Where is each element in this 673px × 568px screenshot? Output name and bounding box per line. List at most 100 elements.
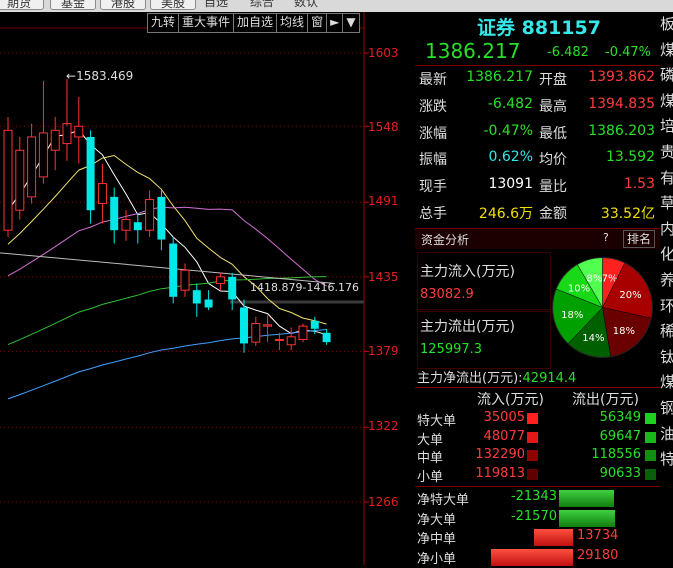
quote-label: 金额: [539, 206, 567, 222]
quote-value: 1393.862: [588, 69, 655, 85]
sector-item[interactable]: 煤: [660, 370, 673, 396]
candle: [38, 80, 48, 184]
sector-item[interactable]: 板: [660, 12, 673, 38]
quote-row: 振幅 0.62% 均价 13.592: [419, 149, 657, 175]
candle-body: [286, 336, 296, 346]
quote-label: 开盘: [539, 72, 567, 88]
jiuzhuan-button[interactable]: 九转: [147, 13, 180, 33]
sector-item[interactable]: 特: [660, 447, 673, 473]
pie-label: 18%: [613, 326, 635, 337]
sector-item[interactable]: 养: [660, 268, 673, 294]
moving-average-button[interactable]: 均线: [276, 13, 309, 33]
stock-title: 证券 881157: [477, 13, 601, 40]
pie-label: 20%: [619, 290, 641, 301]
candle-body: [133, 222, 142, 231]
tab-default[interactable]: 数认: [294, 0, 318, 12]
sector-item[interactable]: 内: [660, 217, 673, 243]
high-price-value: 1583.469: [76, 69, 134, 83]
candle-body: [274, 338, 284, 341]
main-outflow-value: 125997.3: [420, 342, 483, 357]
candle-body: [240, 307, 248, 344]
candle-body: [204, 299, 213, 308]
sector-item[interactable]: 钢: [660, 396, 673, 422]
quote-value: 1386.203: [588, 122, 655, 139]
candle-body: [145, 199, 155, 231]
sector-item[interactable]: 煤: [660, 38, 673, 64]
candle-body: [38, 132, 48, 178]
candle-body: [121, 219, 131, 231]
capital-analysis-bar: 资金分析 ? 排名: [415, 229, 660, 249]
sector-item[interactable]: 培: [660, 114, 673, 140]
quote-value: 13.592: [606, 149, 655, 166]
candle: [298, 323, 308, 343]
arrow-left-icon: ←: [66, 69, 77, 83]
sector-item[interactable]: 煤: [660, 89, 673, 115]
quote-label-6: 总手: [419, 206, 447, 222]
outflow-swatch: [645, 431, 656, 443]
net-flow-row: 净大单 -21570: [417, 509, 657, 529]
candle-body: [169, 243, 178, 297]
candle-body: [298, 325, 308, 340]
sector-item[interactable]: 油: [660, 422, 673, 448]
major-events-button[interactable]: 重大事件: [178, 13, 235, 33]
help-icon[interactable]: ?: [603, 231, 609, 244]
sector-item[interactable]: 草: [660, 191, 673, 217]
candle: [180, 263, 190, 297]
candle-body: [251, 322, 261, 343]
tab-label: 港股: [110, 0, 135, 10]
candle: [15, 136, 25, 220]
candle: [133, 212, 142, 244]
sector-item[interactable]: 贵: [660, 140, 673, 166]
candle: [86, 130, 95, 224]
quote-value: -6.482: [487, 95, 533, 112]
flow-label: 小单: [417, 469, 444, 485]
candle-body: [110, 196, 119, 231]
candle-body: [3, 129, 13, 231]
tab-hk-stocks[interactable]: 港股: [100, 0, 146, 10]
quote-value: 0.62%: [488, 149, 533, 166]
quote-row: 总手 246.6万 金额 33.52亿: [419, 203, 657, 229]
add-watchlist-button[interactable]: 加自选: [233, 13, 278, 33]
flow-label: 大单: [417, 432, 444, 448]
play-arrow-icon[interactable]: ►: [326, 13, 344, 33]
tab-overview[interactable]: 综合: [250, 0, 274, 12]
outflow-swatch: [645, 450, 656, 461]
candle-body: [86, 136, 95, 211]
chevron-down-icon[interactable]: ▼: [342, 13, 360, 33]
main-outflow-box: 主力流出(万元) 125997.3: [417, 311, 551, 369]
net-inflow-bar: [491, 548, 573, 566]
price-tick: 1266: [368, 495, 399, 509]
candle-body: [27, 136, 37, 198]
sector-item[interactable]: 化: [660, 242, 673, 268]
inflow-swatch: [527, 413, 538, 424]
sector-item[interactable]: 有: [660, 166, 673, 192]
candle-body: [192, 290, 201, 304]
sector-item[interactable]: 环: [660, 294, 673, 320]
tab-label: 期货: [6, 0, 31, 10]
sector-item[interactable]: 磷: [660, 63, 673, 89]
ma20-line: [7, 206, 327, 287]
candle: [50, 116, 60, 171]
tab-watchlist[interactable]: 自选: [204, 0, 228, 12]
sector-item[interactable]: 钛: [660, 345, 673, 371]
net-flow-value: -21570: [510, 508, 557, 524]
inflow-value: 48077: [483, 428, 525, 444]
candle-body: [74, 125, 84, 138]
flow-table-header: 流入(万元) 流出(万元): [417, 389, 657, 409]
quote-label: 最低: [539, 125, 567, 142]
tab-funds[interactable]: 基金: [50, 0, 96, 10]
candlesticks: [3, 79, 331, 353]
net-outflow-label: 主力净流出(万元):: [417, 371, 523, 386]
tab-futures[interactable]: 期货: [0, 0, 44, 10]
price-tick: 1491: [368, 194, 399, 208]
chart-toolbar: 九转 重大事件 加自选 均线 窗 ► ▼: [147, 13, 360, 33]
window-button[interactable]: 窗: [307, 13, 328, 33]
tab-us-stocks[interactable]: 美股: [150, 0, 196, 10]
quote-row: 涨跌 -6.482 最高 1394.835: [419, 96, 657, 122]
quote-label: 均价: [539, 152, 567, 169]
quote-label-1: 最新: [419, 72, 447, 88]
candle-body: [50, 129, 60, 151]
rank-button[interactable]: 排名: [623, 230, 655, 248]
stock-code: 881157: [521, 17, 601, 39]
sector-item[interactable]: 稀: [660, 319, 673, 345]
